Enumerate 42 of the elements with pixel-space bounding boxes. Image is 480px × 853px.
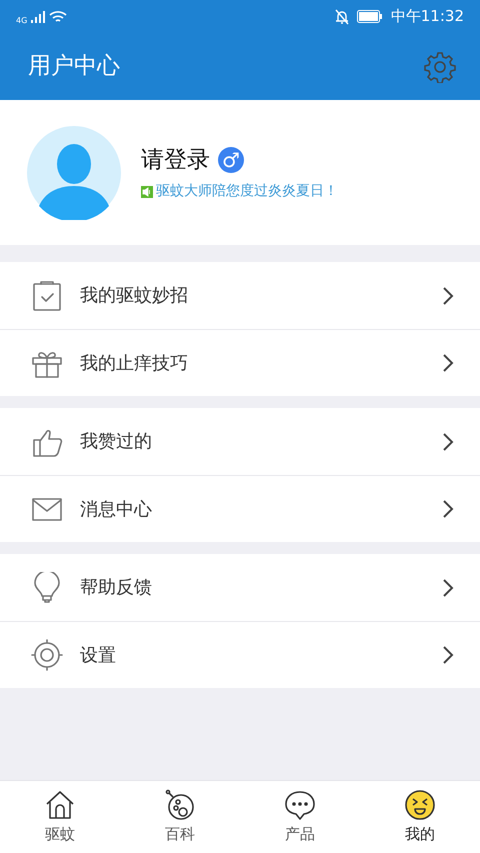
target-icon [31,639,63,671]
chevron-right-icon [442,645,454,665]
bubbles-icon [164,788,196,821]
tab[interactable]: 我的 [360,781,480,853]
speaker-icon [141,186,153,198]
chevron-right-icon [442,286,454,306]
menu-label: 我的驱蚊妙招 [80,284,189,308]
menu-item[interactable]: 我赞过的 [0,408,480,475]
house-icon [44,788,76,821]
bell-muted-icon [334,8,349,24]
battery-icon [356,10,383,23]
chevron-right-icon [442,578,454,598]
menu-label: 我赞过的 [80,430,153,454]
menu-item[interactable]: 消息中心 [0,475,480,542]
chevron-right-icon [442,499,454,519]
clock: 中午11:32 [390,6,464,28]
light-bulb-icon [31,572,63,604]
chevron-right-icon [442,432,454,452]
menu-item[interactable]: 帮助反馈 [0,554,480,621]
menu-label: 消息中心 [80,498,153,522]
menu-label: 帮助反馈 [80,576,153,600]
avatar[interactable] [27,126,121,220]
wifi-icon [49,10,68,24]
laughing-face-icon [404,788,436,821]
chat-bubble-icon [284,788,316,821]
slogan: 驱蚊大师陪您度过炎炎夏日！ [156,182,338,202]
menu-label: 设置 [80,644,117,668]
page-title: 用户中心 [28,52,120,82]
tab[interactable]: 百科 [120,781,240,853]
network-type: 4G [16,16,28,24]
menu-label: 我的止痒技巧 [80,352,189,376]
settings-button[interactable] [424,50,456,82]
login-prompt[interactable]: 请登录 [141,142,210,178]
signal-icon [31,10,46,22]
gender-badge: ♂ [218,147,244,173]
tab[interactable]: 产品 [240,781,360,853]
tab[interactable]: 驱蚊 [0,781,120,853]
menu-item[interactable]: 我的驱蚊妙招 [0,262,480,329]
menu-item[interactable]: 设置 [0,621,480,688]
menu-item[interactable]: 我的止痒技巧 [0,329,480,396]
chevron-right-icon [442,353,454,373]
clipboard-check-icon [31,280,63,312]
